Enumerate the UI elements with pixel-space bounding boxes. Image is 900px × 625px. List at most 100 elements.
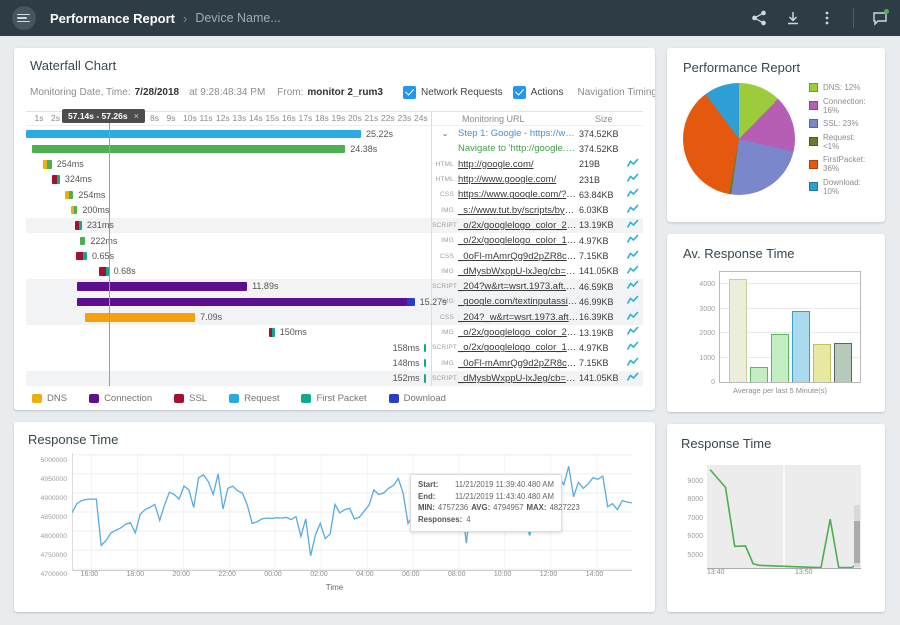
scrollbar-thumb[interactable]: [854, 521, 860, 563]
table-row[interactable]: SCRIPT_dMysbWxppU-lxJeg/cb=gapi.loaded_0…: [432, 371, 643, 386]
waterfall-row[interactable]: 7.09s: [26, 310, 431, 325]
size-column-header[interactable]: Size: [595, 114, 643, 124]
waterfall-bar[interactable]: [43, 160, 52, 169]
bar[interactable]: [813, 344, 831, 382]
waterfall-bar[interactable]: [32, 145, 346, 154]
monitoring-url-link[interactable]: _0oFl-mAmrQg9d2pZR8cPbocbnz6iNg: [458, 358, 579, 369]
actions-checkbox[interactable]: [513, 86, 526, 99]
table-row[interactable]: IMG_0oFl-mAmrQg9d2pZR8cPbocbnz6iNg7.15KB: [432, 355, 643, 370]
sparkline-icon[interactable]: [627, 158, 643, 171]
table-row[interactable]: HTMLhttp://google.com/219B: [432, 157, 643, 172]
table-row[interactable]: CSShttps://www.google.com/?gws_rd=ssl63.…: [432, 187, 643, 202]
monitoring-url-link[interactable]: _dMysbWxppU-lxJeg/cb=gapi.loaded_0: [458, 373, 579, 384]
sparkline-icon[interactable]: [627, 280, 643, 293]
table-row[interactable]: CSS_204?_w&rt=wsrt.1973.aft.1381.prt.396…: [432, 310, 643, 325]
sparkline-icon[interactable]: [627, 265, 643, 278]
avg-response-bar-chart[interactable]: [719, 271, 861, 383]
sparkline-icon[interactable]: [627, 295, 643, 308]
step-link[interactable]: Step 1: Google - https://www.google.com.: [458, 128, 579, 139]
waterfall-row[interactable]: 15.27s: [26, 294, 431, 309]
monitoring-url-link[interactable]: http://google.com/: [458, 159, 579, 170]
monitoring-url-link[interactable]: _o/2x/googlelogo_color_120x44dp.png: [458, 235, 579, 246]
monitoring-url-link[interactable]: _o/2x/googlelogo_color_120x44dp.png: [458, 342, 579, 353]
waterfall-row[interactable]: 11.89s: [26, 279, 431, 294]
chat-icon[interactable]: [872, 10, 888, 26]
waterfall-row[interactable]: 254ms: [26, 157, 431, 172]
response-time-small-chart[interactable]: [707, 465, 861, 569]
waterfall-row[interactable]: 222ms: [26, 233, 431, 248]
chevron-down-icon[interactable]: ⌄: [432, 129, 458, 138]
monitoring-url-link[interactable]: _o/2x/googlelogo_color_272x92dp.png: [458, 327, 579, 338]
waterfall-row[interactable]: 148ms: [26, 355, 431, 370]
sparkline-icon[interactable]: [627, 372, 643, 385]
sparkline-icon[interactable]: [627, 219, 643, 232]
monitoring-url-link[interactable]: https://www.google.com/?gws_rd=ssl: [458, 189, 579, 200]
waterfall-row[interactable]: 25.22s: [26, 126, 431, 141]
sparkline-icon[interactable]: [627, 204, 643, 217]
waterfall-row[interactable]: 152ms: [26, 371, 431, 386]
sparkline-icon[interactable]: [627, 341, 643, 354]
waterfall-row[interactable]: 324ms: [26, 172, 431, 187]
monitoring-url-link[interactable]: http://www.google.com/: [458, 174, 579, 185]
sparkline-icon[interactable]: [627, 326, 643, 339]
waterfall-bar[interactable]: [52, 175, 60, 184]
performance-pie-chart[interactable]: [683, 83, 795, 195]
bar[interactable]: [750, 367, 768, 382]
table-row[interactable]: SCRIPT_204?w&rt=wsrt.1973.aft.1381.prt.3…: [432, 279, 643, 294]
waterfall-bar[interactable]: [77, 282, 247, 291]
network-requests-checkbox[interactable]: [403, 86, 416, 99]
waterfall-row[interactable]: 24.38s: [26, 141, 431, 156]
waterfall-bar[interactable]: [424, 374, 427, 383]
waterfall-bar[interactable]: [65, 191, 74, 200]
waterfall-bar[interactable]: [71, 206, 77, 215]
table-row[interactable]: HTMLhttp://www.google.com/231B: [432, 172, 643, 187]
waterfall-row[interactable]: 0.65s: [26, 248, 431, 263]
waterfall-row[interactable]: 200ms: [26, 202, 431, 217]
monitoring-url-link[interactable]: _0oFl-mAmrQg9d2pZR8cPbocbnz6iNg: [458, 251, 579, 262]
waterfall-row[interactable]: 150ms: [26, 325, 431, 340]
table-row[interactable]: IMG_o/2x/googlelogo_color_272x92dp.png13…: [432, 325, 643, 340]
monitoring-url-link[interactable]: _google.com/textinputassistant/tia.png: [458, 296, 579, 307]
menu-icon[interactable]: [12, 6, 36, 30]
waterfall-row[interactable]: 158ms: [26, 340, 431, 355]
waterfall-row[interactable]: 231ms: [26, 218, 431, 233]
monitoring-url-link[interactable]: _dMysbWxppU-lxJeg/cb=gapi.loaded_0: [458, 266, 579, 277]
sparkline-icon[interactable]: [627, 188, 643, 201]
waterfall-row[interactable]: 0.68s: [26, 264, 431, 279]
sparkline-icon[interactable]: [627, 357, 643, 370]
table-row[interactable]: SCRIPT_o/2x/googlelogo_color_120x44dp.pn…: [432, 340, 643, 355]
waterfall-row[interactable]: 254ms: [26, 187, 431, 202]
sparkline-icon[interactable]: [627, 234, 643, 247]
sparkline-icon[interactable]: [627, 250, 643, 263]
waterfall-bar[interactable]: [424, 359, 427, 368]
table-row[interactable]: IMG_google.com/textinputassistant/tia.pn…: [432, 294, 643, 309]
monitoring-url-link[interactable]: _204?_w&rt=wsrt.1973.aft.1381.prt.396: [458, 312, 579, 323]
sparkline-icon[interactable]: [627, 173, 643, 186]
waterfall-bar[interactable]: [99, 267, 109, 276]
bar[interactable]: [834, 343, 852, 382]
table-row[interactable]: SCRIPT_o/2x/googlelogo_color_272x92dp.pn…: [432, 218, 643, 233]
waterfall-bar[interactable]: [269, 328, 275, 337]
sparkline-icon[interactable]: [627, 311, 643, 324]
share-icon[interactable]: [751, 10, 767, 26]
monitoring-url-link[interactable]: _o/2x/googlelogo_color_272x92dp.png: [458, 220, 579, 231]
more-icon[interactable]: [819, 10, 835, 26]
bar[interactable]: [771, 334, 789, 382]
waterfall-bar[interactable]: [75, 221, 82, 230]
table-row[interactable]: IMG_o/2x/googlelogo_color_120x44dp.png4.…: [432, 233, 643, 248]
table-row[interactable]: IMG_dMysbWxppU-lxJeg/cb=gapi.loaded_0141…: [432, 264, 643, 279]
table-row[interactable]: CSS_0oFl-mAmrQg9d2pZR8cPbocbnz6iNg7.15KB: [432, 248, 643, 263]
close-icon[interactable]: ×: [134, 111, 139, 121]
download-icon[interactable]: [785, 10, 801, 26]
bar[interactable]: [729, 279, 747, 382]
waterfall-bar[interactable]: [26, 130, 361, 139]
waterfall-bar[interactable]: [77, 298, 414, 307]
waterfall-bar[interactable]: [80, 237, 85, 246]
bar[interactable]: [792, 311, 810, 382]
monitoring-url-link[interactable]: _s://www.tut.by/scripts/by2/xgemius.js: [458, 205, 579, 216]
monitoring-url-link[interactable]: _204?w&rt=wsrt.1973.aft.1381.prt.3964: [458, 281, 579, 292]
url-column-header[interactable]: Monitoring URL: [432, 114, 595, 124]
waterfall-bar[interactable]: [424, 344, 427, 353]
waterfall-bar[interactable]: [85, 313, 196, 322]
waterfall-bar[interactable]: [76, 252, 87, 261]
